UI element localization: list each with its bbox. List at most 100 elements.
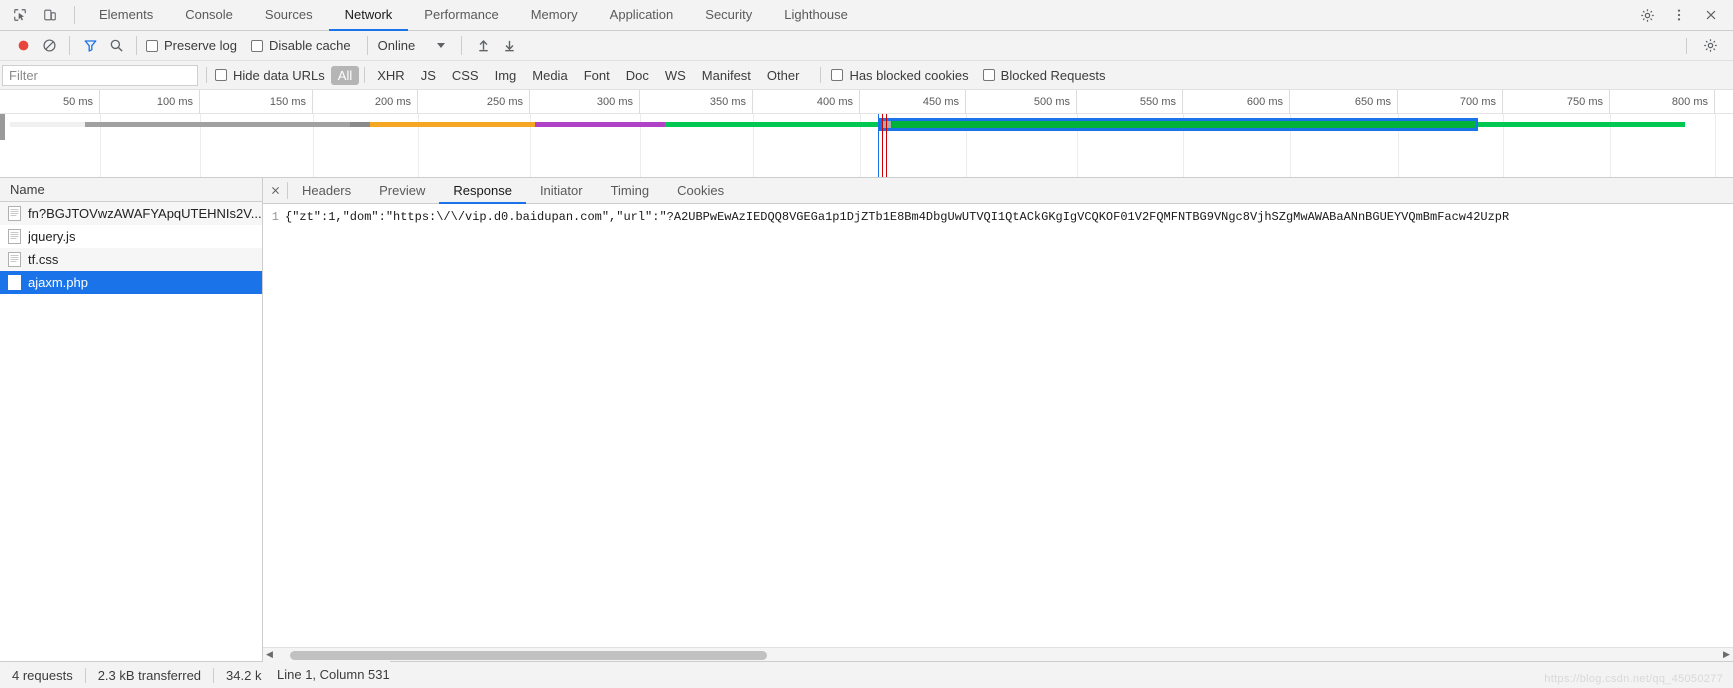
code-line: 1 {"zt":1,"dom":"https:\/\/vip.d0.baidup… [263, 204, 1733, 225]
close-icon[interactable] [1701, 5, 1721, 25]
network-split-view: Name fn?BGJTOVwzAWAFYApqUTEHNIs2V... jqu… [0, 178, 1733, 661]
tab-performance[interactable]: Performance [408, 0, 514, 31]
scrollbar-thumb[interactable] [290, 650, 767, 660]
more-vertical-icon[interactable] [1669, 5, 1689, 25]
tab-application-label: Application [609, 7, 674, 22]
filter-pill-img[interactable]: Img [488, 66, 524, 85]
tab-network-label: Network [344, 7, 393, 22]
hide-data-urls-label: Hide data URLs [233, 67, 325, 83]
throttling-value: Online [377, 38, 416, 53]
throttling-dropdown[interactable]: Online [370, 38, 454, 53]
timeline-ruler: 50 ms 100 ms 150 ms 200 ms 250 ms 300 ms 350 m… [0, 90, 1733, 114]
request-name-0: fn?BGJTOVwzAWAFYApqUTEHNIs2V... [28, 206, 262, 221]
filter-pill-font[interactable]: Font [577, 66, 617, 85]
scroll-right-arrow[interactable]: ▶ [1720, 649, 1733, 660]
request-row-3[interactable]: ajaxm.php [0, 271, 262, 294]
network-overview[interactable]: 50 ms 100 ms 150 ms 200 ms 250 ms 300 ms 350 m… [0, 90, 1733, 178]
filter-divider-2 [364, 67, 366, 83]
filter-pill-ws[interactable]: WS [658, 66, 693, 85]
request-row-2[interactable]: tf.css [0, 248, 262, 271]
overview-left-handle[interactable] [0, 114, 5, 140]
document-icon [8, 252, 21, 267]
scrollbar-track[interactable] [276, 648, 1720, 662]
tab-lighthouse[interactable]: Lighthouse [768, 0, 864, 31]
tab-headers[interactable]: Headers [288, 178, 365, 204]
timeline-tick-10: 550 ms [1077, 90, 1183, 114]
inspect-element-icon[interactable] [10, 5, 30, 25]
network-settings-gear-icon[interactable] [1697, 35, 1723, 57]
blocked-requests-box [982, 69, 995, 81]
filter-divider-3 [820, 67, 822, 83]
tab-console[interactable]: Console [169, 0, 249, 31]
blocked-requests-checkbox[interactable]: Blocked Requests [982, 68, 1105, 83]
tab-security[interactable]: Security [689, 0, 768, 31]
tab-sources-label: Sources [264, 7, 313, 22]
timeline-tick-1: 100 ms [100, 90, 200, 114]
filter-pill-xhr[interactable]: XHR [370, 66, 411, 85]
export-har-icon[interactable] [496, 35, 522, 57]
scroll-left-arrow[interactable]: ◀ [263, 649, 276, 660]
overview-event-line-dom-content-loaded [878, 114, 879, 177]
tab-memory[interactable]: Memory [515, 0, 594, 31]
tab-cookies[interactable]: Cookies [663, 178, 738, 204]
device-toolbar-icon[interactable] [40, 5, 60, 25]
overview-gridline-15 [1715, 114, 1716, 177]
tab-preview-label: Preview [379, 182, 426, 198]
overview-bars[interactable] [0, 114, 1733, 177]
tab-initiator-label: Initiator [539, 182, 583, 198]
status-transferred: 2.3 kB transferred [97, 667, 202, 683]
tab-preview[interactable]: Preview [365, 178, 439, 204]
settings-gear-icon[interactable] [1637, 5, 1657, 25]
record-stop-icon[interactable] [10, 35, 36, 57]
overview-selection-fill [892, 121, 1476, 128]
timeline-tick-3: 200 ms [313, 90, 418, 114]
chevron-down-icon [437, 43, 446, 48]
tab-timing[interactable]: Timing [597, 178, 664, 204]
disable-cache-checkbox[interactable]: Disable cache [250, 38, 351, 53]
filter-pill-all[interactable]: All [330, 65, 360, 85]
tab-network[interactable]: Network [328, 0, 409, 31]
timeline-tick-12: 650 ms [1290, 90, 1398, 114]
toolbar-divider-5 [1686, 37, 1687, 54]
request-name-1: jquery.js [28, 229, 76, 244]
hide-data-urls-box [215, 69, 227, 81]
filter-pill-doc[interactable]: Doc [619, 66, 656, 85]
window-controls [1637, 0, 1733, 30]
close-icon[interactable] [263, 178, 287, 203]
tab-response[interactable]: Response [439, 178, 526, 204]
filter-bar: Hide data URLs All XHR JS CSS Img Media … [0, 61, 1733, 90]
request-list-header[interactable]: Name [0, 178, 262, 202]
tab-elements-label: Elements [99, 7, 154, 22]
filter-pill-css[interactable]: CSS [445, 66, 486, 85]
request-row-1[interactable]: jquery.js [0, 225, 262, 248]
has-blocked-cookies-checkbox[interactable]: Has blocked cookies [831, 68, 969, 83]
filter-pill-media[interactable]: Media [525, 66, 574, 85]
filter-input[interactable] [2, 64, 198, 86]
filter-pill-other[interactable]: Other [760, 66, 807, 85]
tab-initiator[interactable]: Initiator [526, 178, 597, 204]
search-icon[interactable] [103, 35, 129, 57]
request-name-3: ajaxm.php [28, 275, 88, 290]
response-body-viewer[interactable]: 1 {"zt":1,"dom":"https:\/\/vip.d0.baidup… [263, 204, 1733, 661]
clear-icon[interactable] [36, 35, 62, 57]
filter-pill-js[interactable]: JS [414, 66, 443, 85]
tabbar-divider [74, 6, 75, 24]
disable-cache-box [250, 39, 263, 52]
timeline-tick-9: 500 ms [966, 90, 1077, 114]
tab-application[interactable]: Application [594, 0, 690, 31]
timeline-tick-0: 50 ms [0, 90, 100, 114]
import-har-icon[interactable] [470, 35, 496, 57]
toolbar-right-controls [1680, 33, 1733, 59]
tab-cookies-label: Cookies [677, 182, 725, 198]
status-bar: 4 requests 2.3 kB transferred 34.2 k [0, 661, 1733, 688]
request-row-0[interactable]: fn?BGJTOVwzAWAFYApqUTEHNIs2V... [0, 202, 262, 225]
timeline-tick-11: 600 ms [1183, 90, 1290, 114]
filter-funnel-icon[interactable] [77, 35, 103, 57]
preserve-log-checkbox[interactable]: Preserve log [146, 38, 237, 53]
hide-data-urls-checkbox[interactable]: Hide data URLs [215, 68, 325, 83]
tab-elements[interactable]: Elements [83, 0, 169, 31]
horizontal-scrollbar[interactable]: ◀ ▶ [263, 647, 1733, 661]
tab-sources[interactable]: Sources [249, 0, 329, 31]
filter-pill-manifest[interactable]: Manifest [695, 66, 758, 85]
overview-bar-queue-gray [85, 122, 350, 127]
